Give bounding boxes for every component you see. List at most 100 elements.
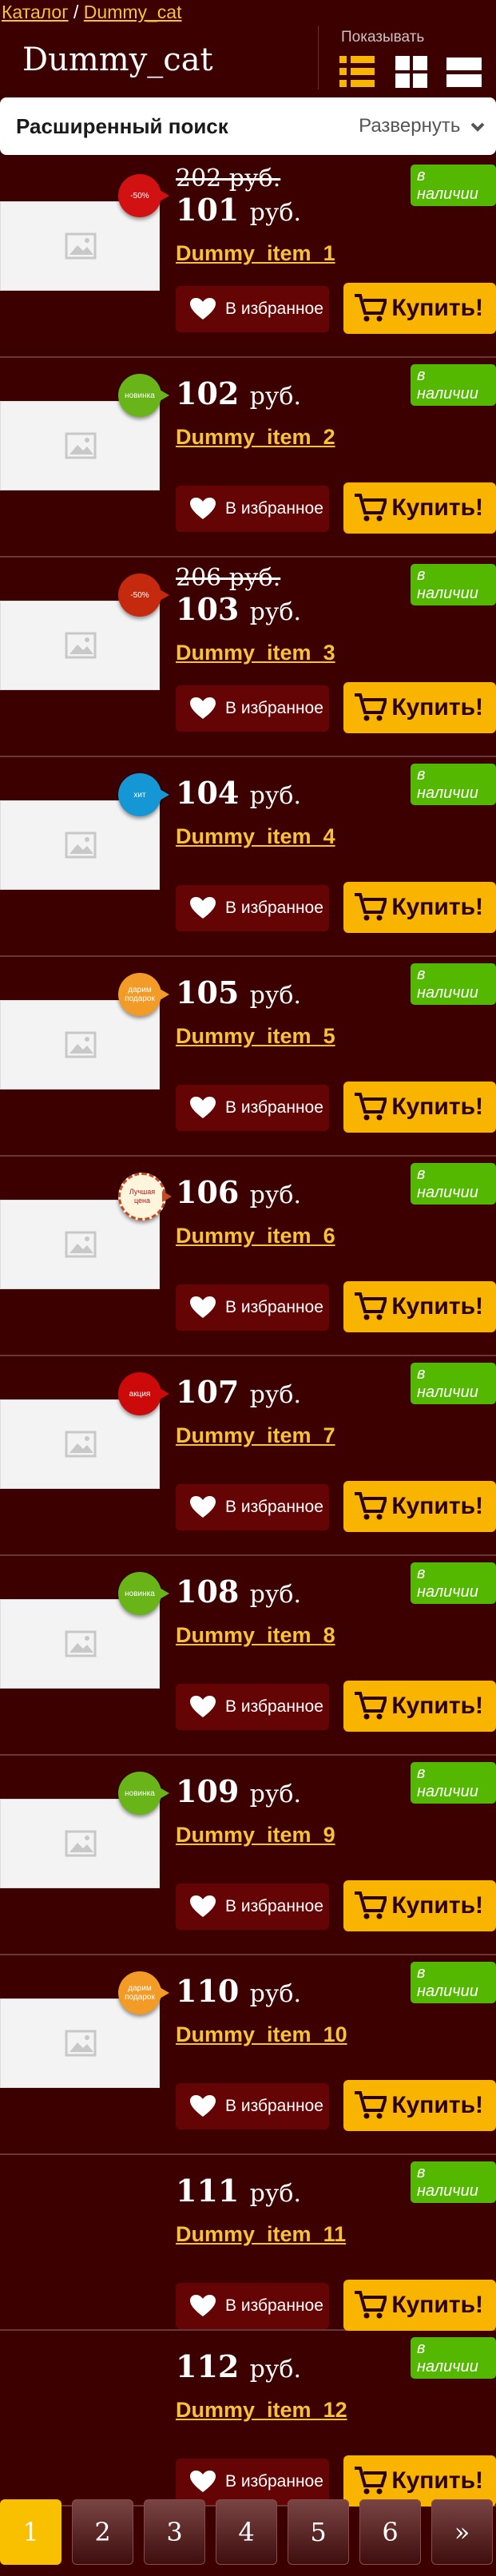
price-value: 103 <box>176 591 240 627</box>
product-card: 111 руб. в наличии Dummy_item_11 В избранно… <box>0 2155 496 2331</box>
favorites-label: В избранное <box>225 1697 323 1716</box>
product-name-link[interactable]: Dummy_item_3 <box>176 641 335 665</box>
product-name-link[interactable]: Dummy_item_5 <box>176 1024 335 1049</box>
stock-badge: в наличии <box>411 165 496 206</box>
cart-icon <box>355 1492 387 1520</box>
chevron-down-icon <box>470 122 485 132</box>
buy-label: Купить! <box>391 1293 483 1320</box>
buy-button[interactable]: Купить! <box>343 1082 496 1133</box>
table-view-icon[interactable] <box>446 54 482 89</box>
advanced-search-panel[interactable]: Расширенный поиск Развернуть <box>0 97 496 155</box>
view-switcher: Показывать <box>318 26 496 89</box>
buy-button[interactable]: Купить! <box>343 882 496 933</box>
product-badge: -50% <box>118 174 169 217</box>
pagination-page[interactable]: 4 <box>216 2499 277 2565</box>
product-name-link[interactable]: Dummy_item_7 <box>176 1423 335 1448</box>
favorites-label: В избранное <box>225 1298 323 1316</box>
buy-label: Купить! <box>391 494 483 521</box>
add-to-favorites-button[interactable]: В избранное <box>176 1883 329 1930</box>
product-name-link[interactable]: Dummy_item_11 <box>176 2222 346 2247</box>
stock-badge: в наличии <box>411 1562 496 1604</box>
product-badge: дарим подарок <box>118 973 169 1016</box>
heart-icon <box>190 1496 216 1518</box>
product-badge: -50% <box>118 574 169 617</box>
buy-label: Купить! <box>391 2292 483 2318</box>
buy-label: Купить! <box>391 894 483 920</box>
price-value: 104 <box>176 775 240 811</box>
cart-icon <box>355 494 387 522</box>
price-value: 105 <box>176 974 240 1010</box>
stock-badge: в наличии <box>411 963 496 1005</box>
buy-button[interactable]: Купить! <box>343 283 496 334</box>
price-currency: руб. <box>249 1980 302 2008</box>
product-name-link[interactable]: Dummy_item_12 <box>176 2398 347 2423</box>
add-to-favorites-button[interactable]: В избранное <box>176 685 329 732</box>
price-value: 111 <box>176 2173 240 2209</box>
add-to-favorites-button[interactable]: В избранное <box>176 2083 329 2129</box>
list-view-icon[interactable] <box>339 54 375 89</box>
buy-button[interactable]: Купить! <box>343 1880 496 1931</box>
product-name-link[interactable]: Dummy_item_4 <box>176 824 335 849</box>
buy-button[interactable]: Купить! <box>343 1281 496 1332</box>
buy-label: Купить! <box>391 694 483 720</box>
buy-button[interactable]: Купить! <box>343 1481 496 1532</box>
add-to-favorites-button[interactable]: В избранное <box>176 885 329 931</box>
product-name-link[interactable]: Dummy_item_9 <box>176 1823 335 1848</box>
buy-button[interactable]: Купить! <box>343 2080 496 2131</box>
favorites-label: В избранное <box>225 499 323 518</box>
advanced-search-toggle-label: Развернуть <box>359 115 461 137</box>
add-to-favorites-button[interactable]: В избранное <box>176 486 329 532</box>
image-placeholder-icon <box>65 1431 97 1458</box>
price-value: 101 <box>176 192 240 228</box>
pagination-page[interactable]: 1 <box>0 2499 62 2565</box>
favorites-label: В избранное <box>225 899 323 917</box>
product-card: хит 104 руб. в наличии Dummy_item_4 В избран… <box>0 757 496 957</box>
product-card: новинка 109 руб. в наличии Dummy_item_9 В из… <box>0 1756 496 1955</box>
cart-icon <box>355 2467 387 2495</box>
pagination-page[interactable]: 3 <box>144 2499 205 2565</box>
pagination-next[interactable]: » <box>431 2499 493 2565</box>
pagination-page[interactable]: 5 <box>288 2499 349 2565</box>
product-name-link[interactable]: Dummy_item_2 <box>176 425 335 450</box>
product-badge: дарим подарок <box>118 1971 169 2014</box>
add-to-favorites-button[interactable]: В избранное <box>176 1484 329 1530</box>
add-to-favorites-button[interactable]: В избранное <box>176 2459 329 2505</box>
grid-view-icon[interactable] <box>394 54 429 89</box>
pagination-page[interactable]: 2 <box>72 2499 133 2565</box>
cart-icon <box>355 294 387 322</box>
price-value: 107 <box>176 1374 240 1410</box>
price-currency: руб. <box>249 383 302 411</box>
category-header: Dummy_cat Показывать <box>0 26 496 97</box>
heart-icon <box>190 2295 216 2316</box>
add-to-favorites-button[interactable]: В избранное <box>176 1684 329 1730</box>
add-to-favorites-button[interactable]: В избранное <box>176 2283 329 2329</box>
stock-badge: в наличии <box>411 1762 496 1804</box>
product-name-link[interactable]: Dummy_item_10 <box>176 2022 347 2047</box>
price-value: 112 <box>176 2348 240 2384</box>
advanced-search-toggle[interactable]: Развернуть <box>359 115 485 137</box>
buy-button[interactable]: Купить! <box>343 2280 496 2331</box>
add-to-favorites-button[interactable]: В избранное <box>176 1284 329 1331</box>
favorites-label: В избранное <box>225 1098 323 1117</box>
cart-icon <box>355 1292 387 1320</box>
heart-icon <box>190 1097 216 1118</box>
breadcrumb-catalog-link[interactable]: Каталог <box>2 2 69 22</box>
pagination-page[interactable]: 6 <box>359 2499 421 2565</box>
product-name-link[interactable]: Dummy_item_8 <box>176 1623 335 1648</box>
page-title: Dummy_cat <box>22 42 213 78</box>
product-name-link[interactable]: Dummy_item_6 <box>176 1224 335 1248</box>
add-to-favorites-button[interactable]: В избранное <box>176 1085 329 1131</box>
add-to-favorites-button[interactable]: В избранное <box>176 286 329 332</box>
stock-badge: в наличии <box>411 564 496 605</box>
breadcrumb-current-link[interactable]: Dummy_cat <box>84 2 182 22</box>
buy-button[interactable]: Купить! <box>343 482 496 534</box>
product-name-link[interactable]: Dummy_item_1 <box>176 241 335 266</box>
heart-icon <box>190 2471 216 2492</box>
pagination: 1 2 3 4 5 6» <box>0 2499 496 2565</box>
old-price: 202 руб. <box>176 165 281 193</box>
buy-button[interactable]: Купить! <box>343 1681 496 1732</box>
buy-label: Купить! <box>391 1493 483 1519</box>
product-card: -50% 206 руб. 103 руб. в наличии Dummy_item_… <box>0 558 496 757</box>
product-badge: новинка <box>118 1572 169 1615</box>
buy-button[interactable]: Купить! <box>343 682 496 733</box>
